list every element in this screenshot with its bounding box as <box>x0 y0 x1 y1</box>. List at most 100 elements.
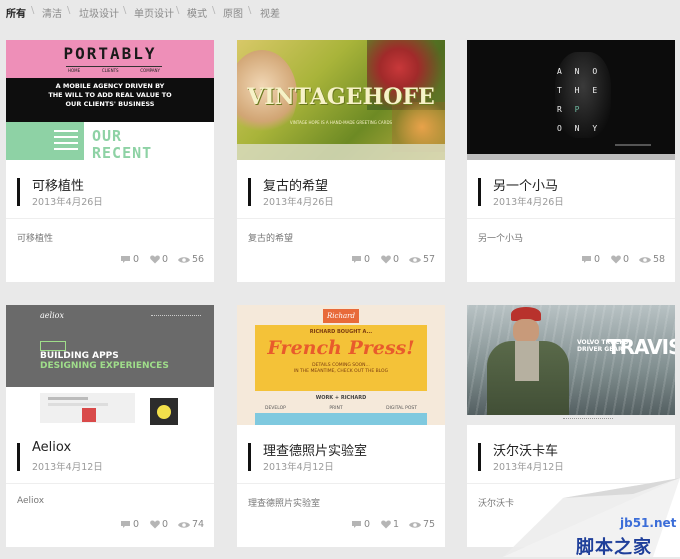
card-thumbnail[interactable]: Richard RICHARD BOUGHT A... French Press… <box>237 305 445 425</box>
eye-icon <box>178 522 190 528</box>
like-count[interactable]: 0 <box>611 254 629 265</box>
comment-count[interactable]: 0 <box>581 254 600 265</box>
thumb-big: TRAVIS <box>607 335 675 359</box>
thumb-top: RICHARD BOUGHT A... <box>309 329 373 335</box>
card-divider <box>237 483 445 484</box>
filter-separator: \ <box>176 5 180 16</box>
card-title[interactable]: 理查德照片实验室 <box>263 440 367 459</box>
card-title[interactable]: Aeliox <box>32 440 71 455</box>
view-count: 57 <box>409 254 435 265</box>
eye-icon <box>409 522 421 528</box>
filter-separator: \ <box>212 5 216 16</box>
title-accent-bar <box>248 443 251 471</box>
watermark-url: jb51.net <box>620 516 677 530</box>
card-divider <box>6 218 214 219</box>
card-thumbnail[interactable]: aeliox BUILDING APPS DESIGNING EXPERIENC… <box>6 305 214 425</box>
view-count: 74 <box>178 519 204 530</box>
thumb-headline-1: BUILDING APPS <box>40 351 119 361</box>
thumb-cols: DEVELOP PRINT DIGITAL POST <box>265 406 417 411</box>
card-date: 2013年4月12日 <box>493 462 564 473</box>
view-count: 75 <box>409 519 435 530</box>
card-thumbnail[interactable]: A N O T H E R P O N Y <box>467 40 675 160</box>
thumb-nav: HOME CLIENTS COMPANY <box>68 68 160 73</box>
comment-count[interactable]: 0 <box>351 519 370 530</box>
title-accent-bar <box>17 178 20 206</box>
heart-icon <box>381 255 391 264</box>
category-filter-bar: 所有 \ 清洁 \ 垃圾设计 \ 单页设计 \ 模式 \ 原图 \ 视差 <box>0 0 680 22</box>
filter-grunge[interactable]: 垃圾设计 <box>79 5 119 20</box>
filter-pattern[interactable]: 模式 <box>187 5 207 20</box>
card-thumbnail[interactable]: PORTABLY HOME CLIENTS COMPANY A MOBILE AGE… <box>6 40 214 160</box>
filter-clean[interactable]: 清洁 <box>42 5 62 20</box>
card-title[interactable]: 复古的希望 <box>263 175 328 194</box>
title-accent-bar <box>478 178 481 206</box>
portfolio-card[interactable]: aeliox BUILDING APPS DESIGNING EXPERIENC… <box>6 305 214 547</box>
thumb-work: WORK + RICHARD <box>315 395 367 401</box>
portfolio-card[interactable]: A N O T H E R P O N Y 另一个小马 2013年4月26日 另… <box>467 40 675 282</box>
filter-single-page[interactable]: 单页设计 <box>134 5 174 20</box>
title-accent-bar <box>478 443 481 471</box>
card-date: 2013年4月26日 <box>32 197 103 208</box>
thumb-logo: VINTAGEHOFE <box>247 84 435 110</box>
filter-parallax[interactable]: 视差 <box>260 5 280 20</box>
card-date: 2013年4月12日 <box>32 462 103 473</box>
thumb-tagline: A MOBILE AGENCY DRIVEN BY THE WILL TO ADD… <box>48 82 172 108</box>
portfolio-card[interactable]: Richard RICHARD BOUGHT A... French Press… <box>237 305 445 547</box>
filter-all[interactable]: 所有 <box>6 5 26 20</box>
thumb-logo: PORTABLY <box>63 44 157 63</box>
card-description: Aeliox <box>17 496 45 506</box>
card-title[interactable]: 沃尔沃卡车 <box>493 440 558 459</box>
card-thumbnail[interactable]: VINTAGEHOFE VINTAGE HOPE IS A HAND-MADE … <box>237 40 445 160</box>
card-date: 2013年4月26日 <box>263 197 334 208</box>
like-count[interactable]: 0 <box>150 254 168 265</box>
thumb-headline-2: DESIGNING EXPERIENCES <box>40 361 169 371</box>
filter-separator: \ <box>123 5 127 16</box>
thumb-sub: DETAILS COMING SOON... IN THE MEANTIME, C… <box>293 363 389 374</box>
card-divider <box>6 483 214 484</box>
comment-icon <box>352 256 361 263</box>
view-count: 58 <box>639 254 665 265</box>
portfolio-card[interactable]: VINTAGEHOFE VINTAGE HOPE IS A HAND-MADE … <box>237 40 445 282</box>
like-count[interactable]: 1 <box>381 519 399 530</box>
comment-count[interactable]: 0 <box>351 254 370 265</box>
card-divider <box>237 218 445 219</box>
filter-separator: \ <box>31 5 35 16</box>
eye-icon <box>409 257 421 263</box>
heart-icon <box>381 520 391 529</box>
thumb-logo: aeliox <box>40 311 64 320</box>
filter-original[interactable]: 原图 <box>223 5 243 20</box>
watermark-logo-text: 脚本之家 <box>576 537 652 558</box>
heart-icon <box>150 520 160 529</box>
card-description: 可移植性 <box>17 234 54 244</box>
thumb-letters: A N O T H E R P O N Y <box>557 67 602 133</box>
thumb-headline: French Press! <box>267 337 415 359</box>
card-description: 另一个小马 <box>478 234 524 244</box>
title-accent-bar <box>17 443 20 471</box>
heart-icon <box>611 255 621 264</box>
like-count[interactable]: 0 <box>150 519 168 530</box>
comment-icon <box>352 521 361 528</box>
card-date: 2013年4月12日 <box>263 462 334 473</box>
view-count: 56 <box>178 254 204 265</box>
card-description: 复古的希望 <box>248 234 294 244</box>
like-count[interactable]: 0 <box>381 254 399 265</box>
heart-icon <box>150 255 160 264</box>
comment-icon <box>121 521 130 528</box>
card-thumbnail[interactable]: VOLVO TRUCKS DRIVER GEAR TRAVIS <box>467 305 675 425</box>
thumb-badge: Richard <box>323 309 359 323</box>
comment-icon <box>582 256 591 263</box>
card-divider <box>467 218 675 219</box>
title-accent-bar <box>248 178 251 206</box>
card-description: 理查德照片实验室 <box>248 499 321 509</box>
card-title[interactable]: 另一个小马 <box>493 175 558 194</box>
portfolio-card[interactable]: PORTABLY HOME CLIENTS COMPANY A MOBILE AGE… <box>6 40 214 282</box>
card-title[interactable]: 可移植性 <box>32 175 84 194</box>
comment-icon <box>121 256 130 263</box>
card-date: 2013年4月26日 <box>493 197 564 208</box>
filter-separator: \ <box>67 5 71 16</box>
eye-icon <box>178 257 190 263</box>
thumb-sub: VINTAGE HOPE IS A HAND-MADE GREETING CAR… <box>289 120 393 125</box>
comment-count[interactable]: 0 <box>120 254 139 265</box>
comment-count[interactable]: 0 <box>120 519 139 530</box>
thumb-recent: OUR RECENT <box>92 127 153 161</box>
